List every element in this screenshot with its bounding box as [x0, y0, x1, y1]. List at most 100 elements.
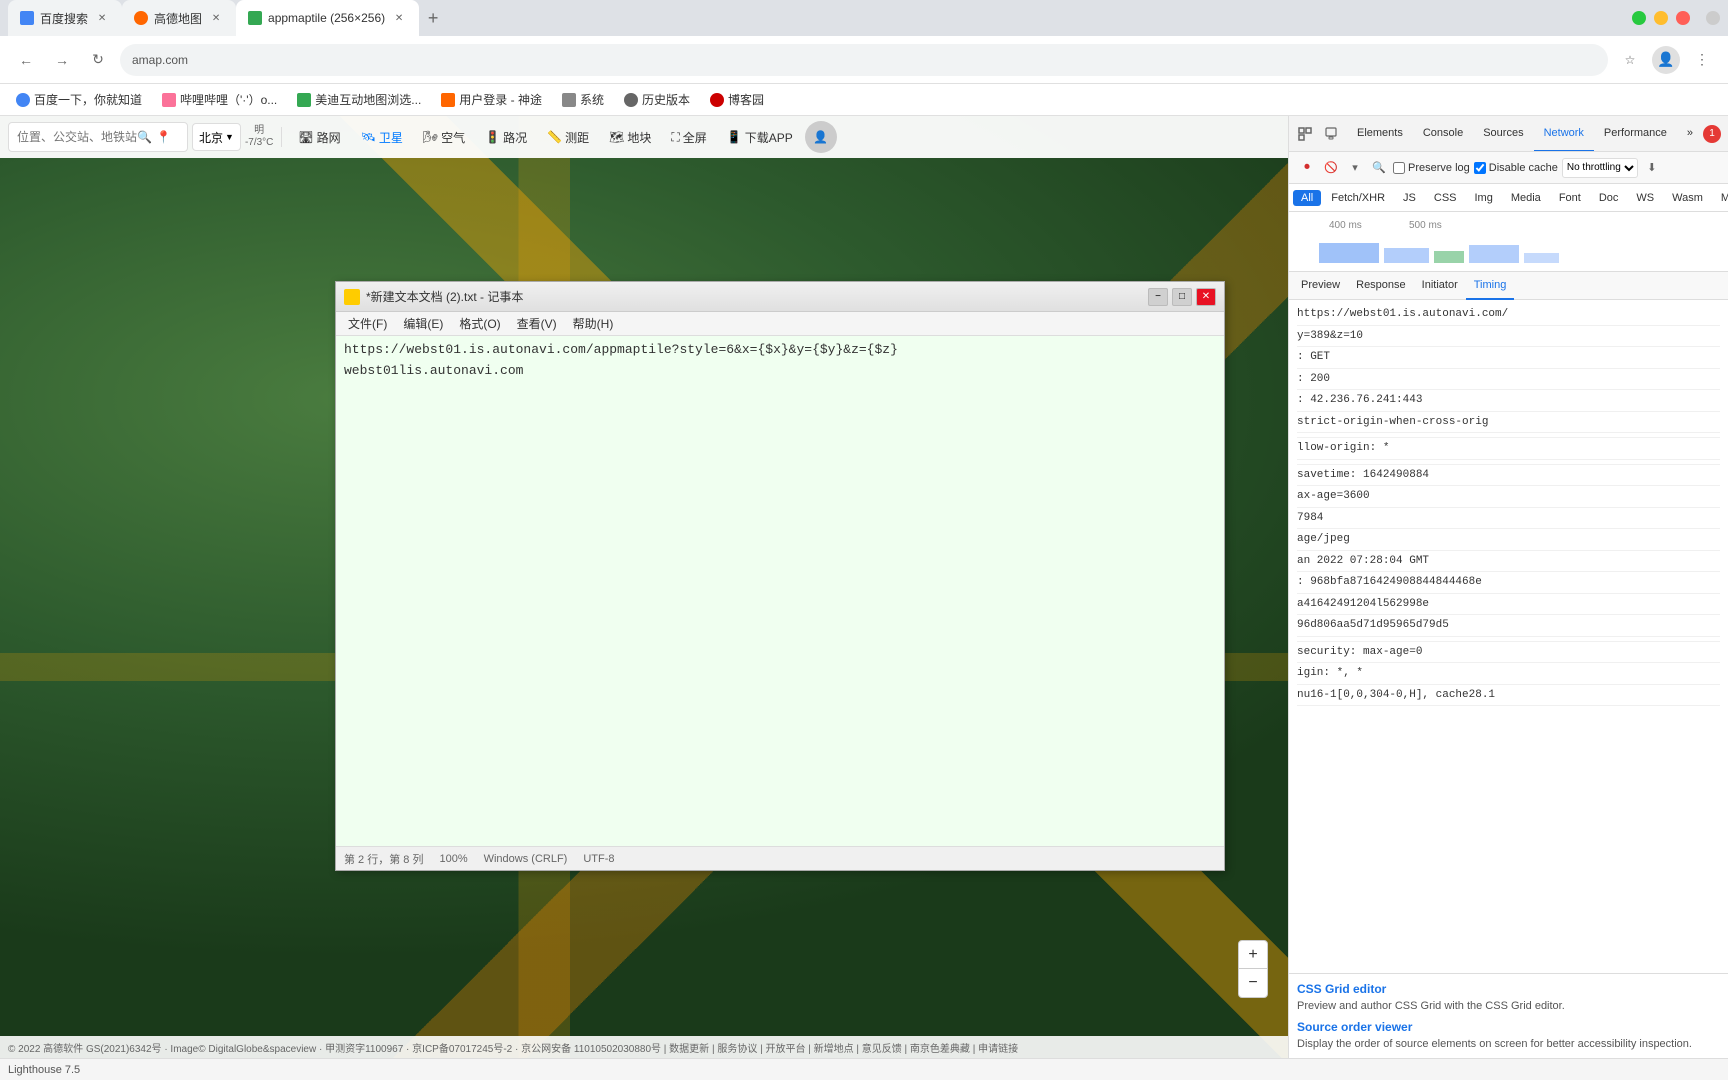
traffic-layer-button[interactable]: 🚦 路况: [477, 125, 535, 150]
preserve-log-checkbox[interactable]: [1393, 162, 1405, 174]
import-export-button[interactable]: ⬇: [1642, 158, 1662, 178]
notepad-menu-edit[interactable]: 编辑(E): [395, 313, 451, 334]
devtools-tab-elements[interactable]: Elements: [1347, 116, 1413, 152]
download-app-button[interactable]: 📱 下载APP: [719, 125, 801, 150]
notepad-menu-format[interactable]: 格式(O): [451, 313, 508, 334]
more-tabs-label: »: [1687, 127, 1693, 139]
filter-tab-js[interactable]: JS: [1395, 190, 1424, 206]
fullscreen-button[interactable]: ⛶ 全屏: [663, 125, 714, 150]
air-icon: 🌬: [423, 130, 438, 144]
devtools-device-button[interactable]: [1319, 122, 1343, 146]
throttle-select[interactable]: No throttling: [1562, 158, 1638, 178]
devtools-tab-console[interactable]: Console: [1413, 116, 1473, 152]
bookmark-4[interactable]: 系统: [554, 89, 612, 110]
filter-tab-doc[interactable]: Doc: [1591, 190, 1627, 206]
user-avatar[interactable]: 👤: [805, 121, 837, 153]
notepad-menu-file[interactable]: 文件(F): [340, 313, 395, 334]
tab-1-close[interactable]: ✕: [94, 10, 110, 26]
bookmark-1[interactable]: 哔哩哔哩（'·'）o...: [154, 89, 285, 110]
filter-tab-media[interactable]: Media: [1503, 190, 1549, 206]
bookmark-2[interactable]: 美迪互动地图浏选...: [289, 89, 429, 110]
request-tab-preview[interactable]: Preview: [1293, 272, 1348, 300]
forward-button[interactable]: →: [48, 46, 76, 74]
clear-button[interactable]: 🚫: [1321, 158, 1341, 178]
refresh-button[interactable]: ↻: [84, 46, 112, 74]
request-tab-timing[interactable]: Timing: [1466, 272, 1515, 300]
bookmark-3[interactable]: 用户登录 - 神途: [433, 89, 550, 110]
bookmark-5[interactable]: 历史版本: [616, 89, 698, 110]
source-order-viewer-title[interactable]: Source order viewer: [1297, 1020, 1720, 1034]
air-label: 空气: [441, 129, 465, 146]
notepad-close-button[interactable]: ✕: [1196, 288, 1216, 306]
tab-1[interactable]: 百度搜索 ✕: [8, 0, 122, 36]
city-selector[interactable]: 北京 ▼: [192, 123, 241, 151]
search-network-button[interactable]: 🔍: [1369, 158, 1389, 178]
map-search-box[interactable]: 🔍 📍: [8, 122, 188, 152]
disable-cache-checkbox[interactable]: [1474, 162, 1486, 174]
tab-3[interactable]: appmaptile (256×256) ✕: [236, 0, 419, 36]
map-search-input[interactable]: [17, 130, 137, 144]
data-row-12: age/jpeg: [1297, 529, 1720, 551]
measure-button[interactable]: 📏 测距: [539, 125, 597, 150]
filter-tab-wasm[interactable]: Wasm: [1664, 190, 1711, 206]
filter-tab-css[interactable]: CSS: [1426, 190, 1465, 206]
notepad-maximize-button[interactable]: □: [1172, 288, 1192, 306]
data-key-14: : 968bfa8716424908844844468e: [1297, 574, 1482, 591]
request-tab-response[interactable]: Response: [1348, 272, 1414, 300]
profile-button[interactable]: [1706, 11, 1720, 25]
notepad-menu-view[interactable]: 查看(V): [509, 313, 565, 334]
block-button[interactable]: 🗺 地块: [601, 125, 659, 150]
traffic-icon: 🚦: [485, 130, 500, 144]
filter-tab-manifest[interactable]: Manifest: [1713, 190, 1728, 206]
notepad-minimize-button[interactable]: −: [1148, 288, 1168, 306]
settings-button[interactable]: ⋮: [1688, 46, 1716, 74]
devtools-tab-performance[interactable]: Performance: [1594, 116, 1677, 152]
css-grid-editor-title[interactable]: CSS Grid editor: [1297, 982, 1720, 996]
close-button[interactable]: [1676, 11, 1690, 25]
bookmark-button[interactable]: ☆: [1616, 46, 1644, 74]
satellite-layer-button[interactable]: 🛰 卫星: [353, 125, 411, 150]
notepad-content-area[interactable]: https://webst01.is.autonavi.com/appmapti…: [336, 336, 1224, 846]
filter-tab-font[interactable]: Font: [1551, 190, 1589, 206]
weather-desc: 明: [254, 125, 264, 137]
data-row-7: llow-origin: *: [1297, 438, 1720, 460]
zoom-in-button[interactable]: +: [1239, 941, 1267, 969]
satellite-icon: 🛰: [361, 130, 376, 144]
bookmark-6-favicon: [710, 93, 724, 107]
address-bar: ← → ↻ amap.com ☆ 👤 ⋮: [0, 36, 1728, 84]
filter-wasm-label: Wasm: [1672, 192, 1703, 204]
zoom-out-button[interactable]: −: [1239, 969, 1267, 997]
tab-2-close[interactable]: ✕: [208, 10, 224, 26]
filter-toggle-button[interactable]: ▾: [1345, 158, 1365, 178]
profile-avatar[interactable]: 👤: [1652, 46, 1680, 74]
air-layer-button[interactable]: 🌬 空气: [415, 125, 473, 150]
back-button[interactable]: ←: [12, 46, 40, 74]
devtools-inspect-button[interactable]: [1293, 122, 1317, 146]
filter-tab-fetch[interactable]: Fetch/XHR: [1323, 190, 1393, 206]
filter-tab-ws[interactable]: WS: [1628, 190, 1662, 206]
disable-cache-label[interactable]: Disable cache: [1474, 162, 1558, 174]
minimize-button[interactable]: [1654, 11, 1668, 25]
devtools-settings-button[interactable]: ⚙: [1723, 122, 1728, 146]
filter-tab-img[interactable]: Img: [1467, 190, 1501, 206]
tab-2[interactable]: 高德地图 ✕: [122, 0, 236, 36]
request-tab-initiator[interactable]: Initiator: [1414, 272, 1466, 300]
devtools-notification-badge[interactable]: 1: [1703, 125, 1721, 143]
new-tab-button[interactable]: +: [419, 4, 447, 32]
console-tab-label: Console: [1423, 127, 1463, 139]
tab-3-close[interactable]: ✕: [391, 10, 407, 26]
data-row-10: ax-age=3600: [1297, 486, 1720, 508]
devtools-tab-more[interactable]: »: [1677, 116, 1703, 152]
devtools-tab-sources[interactable]: Sources: [1473, 116, 1533, 152]
maximize-button[interactable]: [1632, 11, 1646, 25]
address-input[interactable]: amap.com: [120, 44, 1608, 76]
devtools-tab-network[interactable]: Network: [1534, 116, 1594, 152]
filter-tab-all[interactable]: All: [1293, 190, 1321, 206]
record-button[interactable]: ⏺: [1297, 158, 1317, 178]
bookmark-0[interactable]: 百度一下，你就知道: [8, 89, 150, 110]
bookmark-6[interactable]: 博客园: [702, 89, 772, 110]
road-layer-button[interactable]: 🛣 路网: [290, 125, 348, 150]
notepad-menu-help[interactable]: 帮助(H): [565, 313, 622, 334]
bookmark-0-favicon: [16, 93, 30, 107]
preserve-log-label[interactable]: Preserve log: [1393, 162, 1470, 174]
